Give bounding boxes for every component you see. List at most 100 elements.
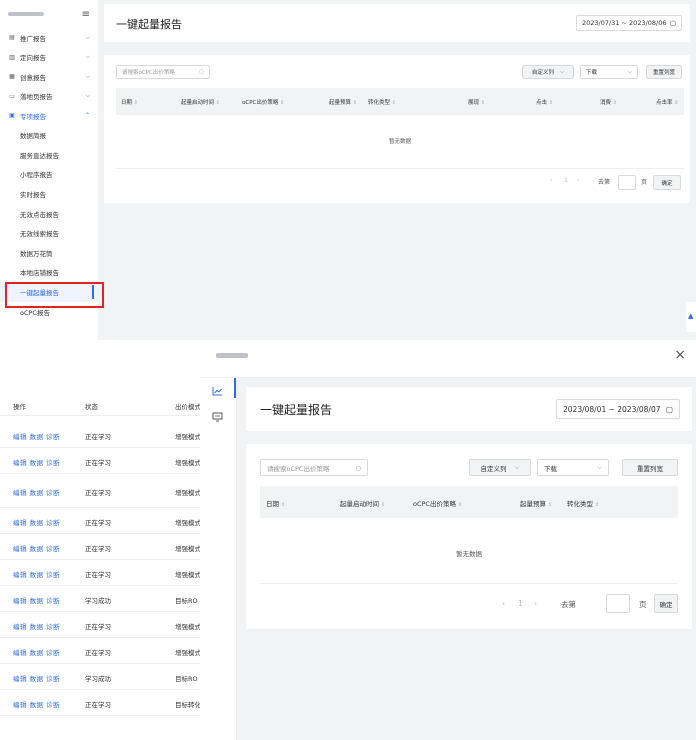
chevron-up-icon: ⌃: [84, 112, 90, 120]
prev-page-button[interactable]: ‹: [550, 177, 552, 184]
goto-label: 去第: [598, 179, 611, 186]
sidebar-subitem[interactable]: 无效点击报告: [0, 204, 98, 224]
sidebar-subitem[interactable]: 无效线索报告: [0, 223, 98, 243]
sidebar-subitem[interactable]: 小程序报告: [0, 165, 98, 185]
sidebar-item-creative-report[interactable]: ▦ 创意报告 ⌵: [0, 67, 98, 87]
row-actions[interactable]: 编辑 数据 诊断: [13, 487, 60, 497]
confirm-button[interactable]: 确定: [654, 594, 678, 613]
row-bid-mode: 增强模式: [175, 545, 201, 553]
row-status: 正在学习: [85, 459, 111, 467]
col-ocpc-strategy[interactable]: oCPC出价策略 ⇕: [242, 98, 284, 106]
col-conversion-type[interactable]: 转化类型 ⇕: [567, 498, 599, 508]
search-placeholder: 请搜索oCPC出价策略: [122, 70, 175, 76]
sidebar-item-targeting-report[interactable]: ▥ 定向报告 ⌵: [0, 48, 98, 68]
row-actions[interactable]: 编辑 数据 诊断: [13, 595, 60, 605]
row-actions[interactable]: 编辑 数据 诊断: [13, 543, 60, 553]
sidebar-item-special-report[interactable]: ▣ 专项报告 ⌃: [0, 106, 98, 126]
row-actions[interactable]: 编辑 数据 诊断: [13, 621, 60, 631]
row-actions[interactable]: 编辑 数据 诊断: [13, 673, 60, 683]
row-status: 学习成功: [85, 675, 111, 683]
chevron-down-icon: ⌵: [559, 68, 565, 75]
col-ocpc-strategy[interactable]: oCPC出价策略 ⇕: [413, 498, 462, 508]
modal-side-rail: [200, 378, 237, 740]
plan-table-header: 操作 状态 出价模式: [0, 392, 210, 416]
custom-columns-button[interactable]: 自定义列 ⌵: [522, 65, 574, 79]
chart-line-icon[interactable]: [212, 386, 223, 399]
sidebar-header: ≡: [0, 0, 98, 28]
date-range-picker[interactable]: 2023/07/31 ~ 2023/08/06 ▢: [576, 15, 682, 31]
sidebar-item-landing-page-report[interactable]: ▭ 落地页报告 ⌵: [0, 87, 98, 107]
sidebar-subitem[interactable]: 数据简报: [0, 126, 98, 146]
sidebar-subitem[interactable]: 实时报告: [0, 184, 98, 204]
next-page-button[interactable]: ›: [577, 177, 579, 184]
row-bid-mode: 增强模式: [175, 433, 201, 441]
current-page[interactable]: 1: [564, 177, 568, 184]
download-select[interactable]: 下载 ⌵: [580, 65, 638, 79]
col-operation: 操作: [13, 403, 26, 411]
reset-columns-button[interactable]: 重置列宽: [646, 65, 682, 79]
prev-page-button[interactable]: ‹: [502, 599, 505, 608]
menu-icon[interactable]: ≡: [82, 9, 90, 20]
table-row: 编辑 数据 诊断 学习成功 目标RO: [0, 664, 210, 690]
col-date[interactable]: 日期 ⇕: [266, 498, 285, 508]
row-actions[interactable]: 编辑 数据 诊断: [13, 517, 60, 527]
col-date[interactable]: 日期 ⇕: [121, 98, 138, 106]
sidebar-item-label: 专项报告: [20, 112, 46, 121]
date-range-picker[interactable]: 2023/08/01 ~ 2023/08/07 ▢: [556, 399, 680, 419]
plan-table: 操作 状态 出价模式 编辑 数据 诊断 正在学习 增强模式 编辑 数据 诊断 正在学习增…: [0, 352, 210, 740]
date-range-text: 2023/07/31 ~ 2023/08/06: [582, 19, 667, 27]
row-actions[interactable]: 编辑 数据 诊断: [13, 431, 60, 441]
col-clicks[interactable]: 点击 ⇕: [536, 98, 553, 106]
row-bid-mode: 增强模式: [175, 623, 201, 631]
highlight-box: [5, 282, 104, 308]
report-icon: ▤: [9, 34, 15, 42]
search-input[interactable]: 请搜索oCPC出价策略 ○: [116, 65, 210, 79]
page-icon: ▭: [9, 92, 15, 100]
table-row: 编辑 数据 诊断 学习成功 目标RO: [0, 586, 210, 612]
col-start-time[interactable]: 起量启动时间 ⇕: [181, 98, 220, 106]
custom-columns-button[interactable]: 自定义列 ⌵: [469, 459, 531, 476]
goto-label: 去第: [561, 600, 576, 609]
col-cost[interactable]: 消费 ⇕: [600, 98, 617, 106]
col-impressions[interactable]: 展现 ⇕: [468, 98, 485, 106]
sidebar-item-promotion-report[interactable]: ▤ 推广报告 ⌵: [0, 28, 98, 48]
modal-header: ×: [200, 340, 696, 378]
reset-columns-button[interactable]: 重置列宽: [622, 459, 678, 476]
monitor-icon[interactable]: [212, 412, 223, 425]
chevron-down-icon: ⌵: [627, 68, 632, 75]
row-actions[interactable]: 编辑 数据 诊断: [13, 647, 60, 657]
download-select[interactable]: 下载 ⌵: [537, 459, 609, 476]
report-icon: ▦: [9, 73, 15, 81]
divider: [260, 583, 678, 584]
sidebar-item-label: 落地页报告: [20, 93, 53, 102]
search-input[interactable]: 请搜索oCPC出价策略 ○: [260, 459, 368, 476]
logo: [216, 353, 248, 358]
sidebar-subitem[interactable]: 服务直达报告: [0, 145, 98, 165]
row-status: 正在学习: [85, 701, 111, 709]
row-status: 正在学习: [85, 623, 111, 631]
col-budget[interactable]: 起量预算 ⇕: [520, 498, 552, 508]
col-ctr[interactable]: 点击率 ⇕: [656, 98, 678, 106]
page-number-input[interactable]: [606, 594, 630, 613]
row-bid-mode: 增强模式: [175, 649, 201, 657]
custom-columns-label: 自定义列: [531, 70, 554, 76]
next-page-button[interactable]: ›: [534, 599, 537, 608]
current-page[interactable]: 1: [518, 599, 523, 608]
table-row: 编辑 数据 诊断 正在学习 增强模式: [0, 612, 210, 638]
floating-helper[interactable]: ▲: [686, 302, 696, 332]
sidebar-item-label: 定向报告: [20, 54, 46, 63]
row-actions[interactable]: 编辑 数据 诊断: [13, 699, 60, 709]
calendar-icon: ▢: [669, 19, 676, 27]
col-budget[interactable]: 起量预算 ⇕: [329, 98, 357, 106]
table-panel: 请搜索oCPC出价策略 ○ 自定义列 ⌵ 下载 ⌵ 重置列宽 日期 ⇕ 起量启动…: [104, 55, 690, 203]
close-icon[interactable]: ×: [674, 347, 686, 363]
row-actions[interactable]: 编辑 数据 诊断: [13, 457, 60, 467]
col-start-time[interactable]: 起量启动时间 ⇕: [340, 498, 385, 508]
sidebar-subitem[interactable]: 数据万花筒: [0, 243, 98, 263]
col-conversion-type[interactable]: 转化类型 ⇕: [368, 98, 396, 106]
confirm-button[interactable]: 确定: [653, 175, 681, 190]
page-number-input[interactable]: [618, 175, 636, 190]
empty-state: 暂无数据: [388, 139, 411, 145]
sidebar-subitem[interactable]: 本地店铺报告: [0, 263, 98, 283]
row-actions[interactable]: 编辑 数据 诊断: [13, 569, 60, 579]
